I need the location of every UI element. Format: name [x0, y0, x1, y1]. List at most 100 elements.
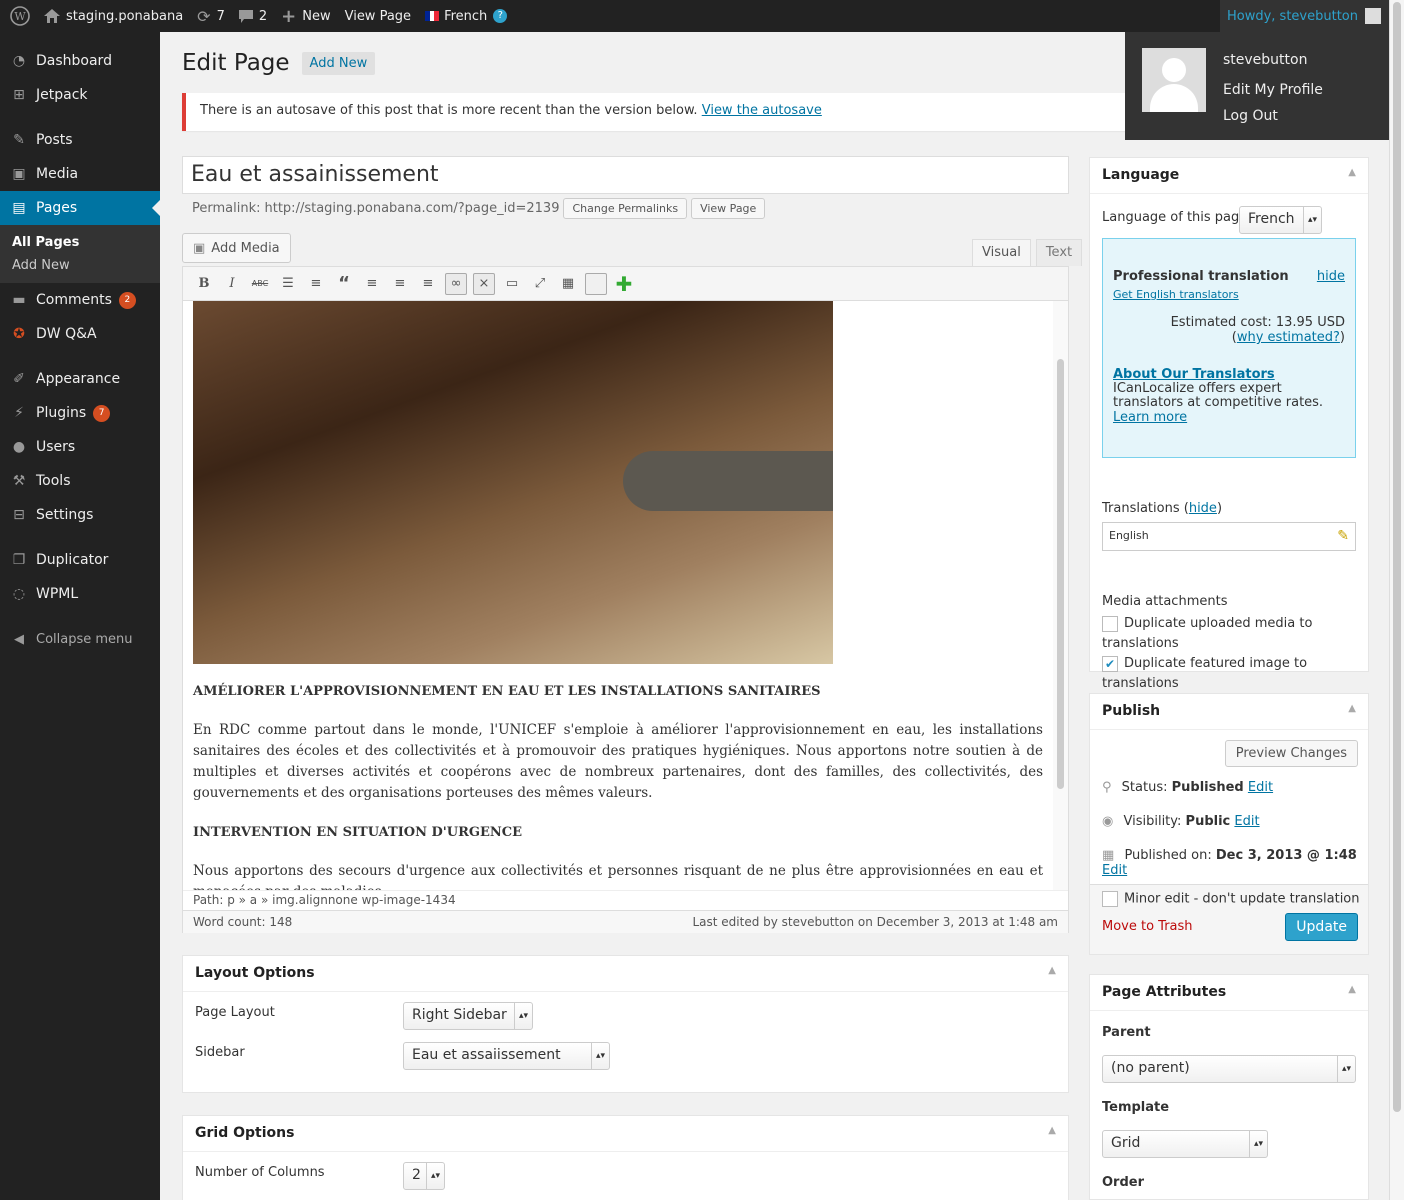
- translations-hide-link[interactable]: hide: [1189, 501, 1217, 516]
- sidebar-select[interactable]: Eau et assaiissement ▴▾: [403, 1042, 610, 1070]
- edit-profile-link[interactable]: Edit My Profile: [1223, 82, 1323, 98]
- view-autosave-link[interactable]: View the autosave: [702, 103, 822, 118]
- align-right-icon[interactable]: ≡: [417, 273, 439, 295]
- update-button[interactable]: Update: [1285, 913, 1358, 941]
- language-select[interactable]: French ▴▾: [1239, 206, 1322, 234]
- collapse-arrow-icon[interactable]: ▲: [1048, 965, 1056, 982]
- collapse-arrow-icon[interactable]: ▲: [1048, 1125, 1056, 1142]
- layout-options-header[interactable]: Layout Options ▲: [183, 956, 1068, 992]
- language-switcher[interactable]: French ?: [418, 0, 514, 32]
- edit-status-link[interactable]: Edit: [1248, 780, 1273, 795]
- collapse-arrow-icon[interactable]: ▲: [1348, 167, 1356, 184]
- avatar-small-icon: [1365, 8, 1381, 24]
- get-translators-link[interactable]: Get English translators: [1113, 288, 1345, 301]
- page-layout-select[interactable]: Right Sidebar ▴▾: [403, 1002, 533, 1030]
- add-new-button[interactable]: Add New: [301, 51, 376, 75]
- avatar[interactable]: [1142, 48, 1206, 112]
- sidebar-item-dashboard[interactable]: ◔ Dashboard: [0, 44, 160, 78]
- move-to-trash-link[interactable]: Move to Trash: [1102, 919, 1193, 934]
- minor-edit-checkbox[interactable]: [1102, 891, 1118, 907]
- align-left-icon[interactable]: ≡: [361, 273, 383, 295]
- add-media-button[interactable]: ▣ Add Media: [182, 233, 291, 263]
- numbered-list-icon[interactable]: ≡: [305, 273, 327, 295]
- editor-content[interactable]: AMÉLIORER L'APPROVISIONNEMENT EN EAU ET …: [183, 301, 1053, 890]
- sidebar-item-jetpack[interactable]: ⊞ Jetpack: [0, 78, 160, 112]
- box-title: Language: [1102, 167, 1180, 183]
- help-icon[interactable]: ?: [493, 9, 508, 23]
- tab-text[interactable]: Text: [1035, 239, 1083, 266]
- translation-english-row[interactable]: English ✎: [1102, 522, 1356, 551]
- dup-media-checkbox[interactable]: [1102, 615, 1118, 632]
- sidebar-item-dwqa[interactable]: ✪ DW Q&A: [0, 317, 160, 351]
- permalink-url[interactable]: http://staging.ponabana.com/?page_id=213…: [265, 201, 560, 216]
- why-estimated-link[interactable]: why estimated?: [1237, 330, 1340, 345]
- dup-featured-row[interactable]: ✔ Duplicate featured image to translation…: [1102, 654, 1362, 694]
- submenu-add-new[interactable]: Add New: [0, 254, 160, 277]
- sidebar-item-posts[interactable]: ✎ Posts: [0, 123, 160, 157]
- change-permalinks-button[interactable]: Change Permalinks: [563, 198, 688, 219]
- pencil-icon[interactable]: ✎: [1337, 529, 1349, 544]
- view-page-button[interactable]: View Page: [691, 198, 766, 219]
- editor-scrollbar[interactable]: [1053, 301, 1068, 890]
- fullscreen-icon[interactable]: ⤢: [529, 273, 551, 295]
- tab-visual[interactable]: Visual: [972, 239, 1031, 266]
- template-select[interactable]: Grid ▴▾: [1102, 1130, 1268, 1158]
- columns-select[interactable]: 2 ▴▾: [403, 1162, 445, 1190]
- sidebar-item-comments[interactable]: ▬ Comments 2: [0, 283, 160, 317]
- edit-date-link[interactable]: Edit: [1102, 863, 1127, 878]
- sidebar-label: Comments: [36, 292, 112, 308]
- bullet-list-icon[interactable]: ☰: [277, 273, 299, 295]
- grid-options-header[interactable]: Grid Options ▲: [183, 1116, 1068, 1152]
- sidebar-item-users[interactable]: ● Users: [0, 430, 160, 464]
- my-account[interactable]: Howdy, stevebutton: [1219, 0, 1389, 32]
- sidebar-item-appearance[interactable]: ✐ Appearance: [0, 362, 160, 396]
- dropdown-username[interactable]: stevebutton: [1223, 52, 1307, 68]
- preview-changes-button[interactable]: Preview Changes: [1224, 740, 1358, 767]
- shortcode-icon[interactable]: [585, 272, 607, 295]
- sidebar-item-plugins[interactable]: ⚡ Plugins 7: [0, 396, 160, 430]
- parent-select[interactable]: (no parent) ▴▾: [1102, 1055, 1356, 1083]
- italic-icon[interactable]: I: [221, 273, 243, 295]
- minor-edit-row[interactable]: Minor edit - don't update translation: [1102, 891, 1360, 907]
- sidebar-item-pages[interactable]: ▤ Pages: [0, 191, 160, 225]
- sidebar-collapse-menu[interactable]: ◀ Collapse menu: [0, 622, 160, 656]
- log-out-link[interactable]: Log Out: [1223, 108, 1278, 124]
- wordpress-logo-icon[interactable]: W: [0, 0, 37, 32]
- collapse-arrow-icon[interactable]: ▲: [1348, 703, 1356, 720]
- sidebar-item-settings[interactable]: ⊟ Settings: [0, 498, 160, 532]
- hide-translation-link[interactable]: hide: [1317, 269, 1345, 284]
- unlink-icon[interactable]: ⨯: [473, 272, 495, 295]
- view-page-link[interactable]: View Page: [338, 0, 418, 32]
- strikethrough-icon[interactable]: ABC: [249, 273, 271, 295]
- language-header[interactable]: Language ▲: [1090, 158, 1368, 194]
- dup-media-row[interactable]: Duplicate uploaded media to translations: [1102, 614, 1362, 654]
- bold-icon[interactable]: B: [193, 273, 215, 295]
- align-center-icon[interactable]: ≡: [389, 273, 411, 295]
- sidebar-item-media[interactable]: ▣ Media: [0, 157, 160, 191]
- submenu-all-pages[interactable]: All Pages: [0, 231, 160, 254]
- updates-link[interactable]: ⟳ 7: [190, 0, 232, 32]
- edit-visibility-link[interactable]: Edit: [1234, 814, 1259, 829]
- sidebar-item-duplicator[interactable]: ❐ Duplicator: [0, 543, 160, 577]
- content-image[interactable]: [193, 301, 833, 664]
- site-name-link[interactable]: staging.ponabana: [37, 0, 190, 32]
- dup-featured-checkbox[interactable]: ✔: [1102, 655, 1118, 672]
- add-plus-icon[interactable]: ✚: [613, 272, 635, 296]
- kitchen-sink-icon[interactable]: ▦: [557, 273, 579, 295]
- blockquote-icon[interactable]: “: [333, 273, 355, 295]
- box-title: Grid Options: [195, 1125, 295, 1141]
- link-icon[interactable]: ∞: [445, 272, 467, 295]
- learn-more-link[interactable]: Learn more: [1113, 410, 1187, 425]
- post-title-input[interactable]: Eau et assainissement: [182, 156, 1069, 194]
- more-tag-icon[interactable]: ▭: [501, 273, 523, 295]
- publish-header[interactable]: Publish ▲: [1090, 694, 1368, 730]
- window-scrollbar[interactable]: [1389, 0, 1404, 1200]
- comments-link[interactable]: 2: [232, 0, 274, 32]
- collapse-arrow-icon[interactable]: ▲: [1348, 984, 1356, 1001]
- new-content-link[interactable]: + New: [274, 0, 337, 32]
- sidebar-item-tools[interactable]: ⚒ Tools: [0, 464, 160, 498]
- about-translators-link[interactable]: About Our Translators: [1113, 367, 1345, 382]
- page-attributes-header[interactable]: Page Attributes ▲: [1090, 975, 1368, 1011]
- sidebar-label: Media: [36, 166, 79, 182]
- sidebar-item-wpml[interactable]: ◌ WPML: [0, 577, 160, 611]
